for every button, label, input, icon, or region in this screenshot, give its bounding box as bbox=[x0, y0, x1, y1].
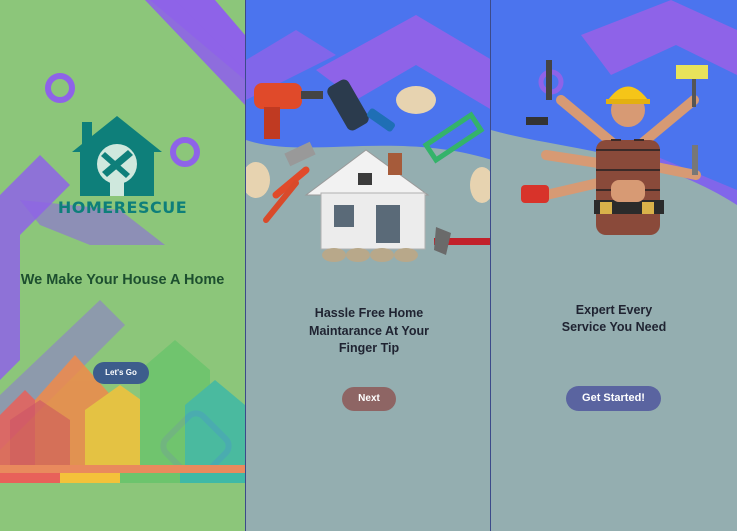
headline-line-2: Maintarance At Your bbox=[309, 323, 429, 338]
headline-line-1: Hassle Free Home bbox=[314, 306, 424, 320]
headline-line-3: Finger Tip bbox=[338, 341, 400, 355]
homerescue-logo-icon bbox=[72, 116, 162, 196]
next-button[interactable]: Next bbox=[342, 387, 396, 411]
lets-go-button[interactable]: Let's Go bbox=[93, 362, 149, 384]
screen2-headline: Hassle Free Home Maintarance At Your Fin… bbox=[246, 305, 490, 358]
wrench-icon bbox=[692, 145, 698, 175]
onboarding-screen-2: Hassle Free Home Maintarance At Your Fin… bbox=[245, 0, 491, 531]
headline-line-1: Expert Every bbox=[575, 303, 653, 317]
tools-and-house-illustration bbox=[246, 79, 490, 262]
background-decoration bbox=[0, 0, 245, 483]
headline-line-2: Service You Need bbox=[561, 320, 667, 334]
onboarding-screen-3: Expert Every Service You Need Get Starte… bbox=[491, 0, 737, 531]
screwdriver-icon bbox=[546, 60, 552, 100]
get-started-button[interactable]: Get Started! bbox=[566, 386, 661, 411]
drill-icon bbox=[254, 83, 323, 139]
screen1-tagline: We Make Your House A Home bbox=[20, 272, 225, 288]
handyman-illustration bbox=[521, 60, 708, 235]
onboarding-screen-1: HOMERESCUE We Make Your House A Home Let… bbox=[0, 0, 245, 531]
paint-roller-icon bbox=[676, 65, 708, 79]
screen3-headline: Expert Every Service You Need bbox=[491, 302, 737, 336]
brand-name: HOMERESCUE bbox=[57, 198, 188, 217]
pliers-icon bbox=[263, 166, 310, 223]
hammer-icon bbox=[434, 227, 490, 255]
drill-icon bbox=[521, 185, 549, 203]
power-drill-icon bbox=[327, 79, 395, 132]
hacksaw-icon bbox=[422, 111, 485, 164]
hammer-icon bbox=[526, 117, 548, 125]
house-icon bbox=[304, 149, 430, 262]
